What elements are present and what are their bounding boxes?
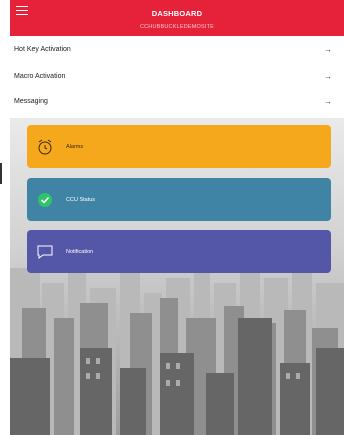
arrow-right-icon: → [324, 96, 332, 106]
side-marker [0, 163, 2, 184]
check-circle-icon [36, 191, 54, 209]
header-bar: DASHBOARD CCHUBBUCKLEDEMOSITE [10, 0, 344, 36]
nav-item-hot-key-activation[interactable]: Hot Key Activation → [10, 38, 344, 60]
nav-item-label: Macro Activation [14, 72, 66, 80]
app-screen: DASHBOARD CCHUBBUCKLEDEMOSITE Hot Key Ac… [10, 0, 344, 435]
arrow-right-icon: → [324, 44, 332, 54]
alarms-card[interactable]: Alarms [27, 125, 331, 168]
arrow-right-icon: → [324, 71, 332, 81]
alarm-clock-icon [36, 138, 54, 156]
alarms-label: Alarms [66, 143, 84, 150]
ccu-status-label: CCU Status [66, 196, 96, 203]
chat-bubble-icon [36, 243, 54, 261]
page-title: DASHBOARD [151, 9, 203, 18]
nav-item-label: Hot Key Activation [14, 45, 71, 53]
notification-label: Notification [66, 248, 94, 255]
nav-item-label: Messaging [14, 97, 48, 105]
site-name: CCHUBBUCKLEDEMOSITE [139, 24, 215, 30]
notification-card[interactable]: Notification [27, 230, 331, 273]
ccu-status-card[interactable]: CCU Status [27, 178, 331, 221]
nav-item-messaging[interactable]: Messaging → [10, 90, 344, 112]
nav-item-macro-activation[interactable]: Macro Activation → [10, 65, 344, 87]
